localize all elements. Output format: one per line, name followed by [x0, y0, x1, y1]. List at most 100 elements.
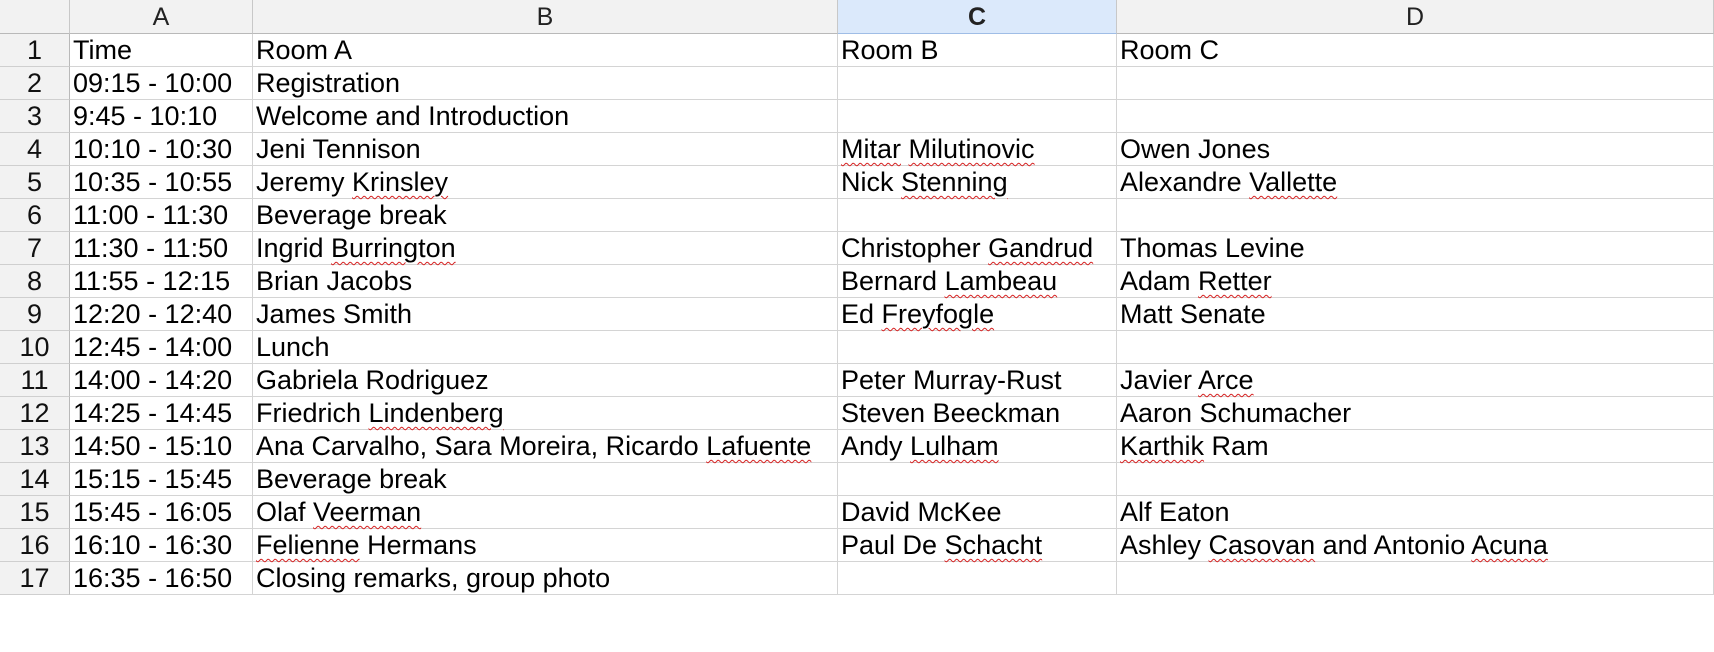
cell-b10[interactable]: Lunch [253, 331, 838, 364]
row-header[interactable]: 3 [0, 100, 70, 133]
cell-a6[interactable]: 11:00 - 11:30 [70, 199, 253, 232]
cell-b1[interactable]: Room A [253, 34, 838, 67]
cell-b16[interactable]: Felienne Hermans [253, 529, 838, 562]
cell-a7[interactable]: 11:30 - 11:50 [70, 232, 253, 265]
cell-b6[interactable]: Beverage break [253, 199, 838, 232]
cell-a12[interactable]: 14:25 - 14:45 [70, 397, 253, 430]
cell-d14[interactable] [1117, 463, 1714, 496]
cell-d10[interactable] [1117, 331, 1714, 364]
cell-b4[interactable]: Jeni Tennison [253, 133, 838, 166]
column-header-c[interactable]: C [838, 0, 1117, 34]
cell-d11[interactable]: Javier Arce [1117, 364, 1714, 397]
cell-b17[interactable]: Closing remarks, group photo [253, 562, 838, 595]
cell-a2[interactable]: 09:15 - 10:00 [70, 67, 253, 100]
cell-a8[interactable]: 11:55 - 12:15 [70, 265, 253, 298]
cell-d16[interactable]: Ashley Casovan and Antonio Acuna [1117, 529, 1714, 562]
cell-d4[interactable]: Owen Jones [1117, 133, 1714, 166]
cell-b3[interactable]: Welcome and Introduction [253, 100, 838, 133]
cell-c5[interactable]: Nick Stenning [838, 166, 1117, 199]
cell-c16[interactable]: Paul De Schacht [838, 529, 1117, 562]
cell-d9[interactable]: Matt Senate [1117, 298, 1714, 331]
cell-c11[interactable]: Peter Murray-Rust [838, 364, 1117, 397]
misspelled-word: Freyfogle [881, 299, 995, 329]
cell-text: 10:10 - 10:30 [73, 134, 233, 164]
cell-a1[interactable]: Time [70, 34, 253, 67]
cell-a11[interactable]: 14:00 - 14:20 [70, 364, 253, 397]
cell-b13[interactable]: Ana Carvalho, Sara Moreira, Ricardo Lafu… [253, 430, 838, 463]
row-header[interactable]: 1 [0, 34, 70, 67]
cell-text: Beverage break [256, 200, 447, 230]
cell-c15[interactable]: David McKee [838, 496, 1117, 529]
row-header[interactable]: 15 [0, 496, 70, 529]
cell-text: Thomas Levine [1120, 233, 1305, 263]
cell-d2[interactable] [1117, 67, 1714, 100]
row-header[interactable]: 11 [0, 364, 70, 397]
cell-b5[interactable]: Jeremy Krinsley [253, 166, 838, 199]
row-header[interactable]: 5 [0, 166, 70, 199]
cell-d8[interactable]: Adam Retter [1117, 265, 1714, 298]
column-header-a[interactable]: A [70, 0, 253, 34]
misspelled-word: Acuna [1471, 530, 1548, 560]
cell-c3[interactable] [838, 100, 1117, 133]
row-header[interactable]: 12 [0, 397, 70, 430]
cell-d1[interactable]: Room C [1117, 34, 1714, 67]
cell-b2[interactable]: Registration [253, 67, 838, 100]
column-header-b[interactable]: B [253, 0, 838, 34]
cell-a16[interactable]: 16:10 - 16:30 [70, 529, 253, 562]
cell-a14[interactable]: 15:15 - 15:45 [70, 463, 253, 496]
cell-b9[interactable]: James Smith [253, 298, 838, 331]
cell-c17[interactable] [838, 562, 1117, 595]
cell-d7[interactable]: Thomas Levine [1117, 232, 1714, 265]
column-header-d[interactable]: D [1117, 0, 1714, 34]
row-header[interactable]: 9 [0, 298, 70, 331]
cell-a15[interactable]: 15:45 - 16:05 [70, 496, 253, 529]
cell-d6[interactable] [1117, 199, 1714, 232]
cell-text: Lunch [256, 332, 330, 362]
row-header[interactable]: 4 [0, 133, 70, 166]
row-header[interactable]: 14 [0, 463, 70, 496]
cell-b12[interactable]: Friedrich Lindenberg [253, 397, 838, 430]
cell-c2[interactable] [838, 67, 1117, 100]
cell-a13[interactable]: 14:50 - 15:10 [70, 430, 253, 463]
cell-d12[interactable]: Aaron Schumacher [1117, 397, 1714, 430]
cell-c10[interactable] [838, 331, 1117, 364]
cell-text: Welcome and Introduction [256, 101, 570, 131]
row-header[interactable]: 16 [0, 529, 70, 562]
cell-d3[interactable] [1117, 100, 1714, 133]
cell-d15[interactable]: Alf Eaton [1117, 496, 1714, 529]
cell-b8[interactable]: Brian Jacobs [253, 265, 838, 298]
select-all-corner[interactable] [0, 0, 70, 34]
cell-text: Gabriela Rodriguez [256, 365, 489, 395]
row-header[interactable]: 17 [0, 562, 70, 595]
cell-b14[interactable]: Beverage break [253, 463, 838, 496]
row-header[interactable]: 8 [0, 265, 70, 298]
cell-a3[interactable]: 9:45 - 10:10 [70, 100, 253, 133]
cell-c7[interactable]: Christopher Gandrud [838, 232, 1117, 265]
row-header[interactable]: 10 [0, 331, 70, 364]
cell-a10[interactable]: 12:45 - 14:00 [70, 331, 253, 364]
cell-d17[interactable] [1117, 562, 1714, 595]
row-header[interactable]: 6 [0, 199, 70, 232]
cell-d5[interactable]: Alexandre Vallette [1117, 166, 1714, 199]
cell-c8[interactable]: Bernard Lambeau [838, 265, 1117, 298]
cell-c12[interactable]: Steven Beeckman [838, 397, 1117, 430]
cell-d13[interactable]: Karthik Ram [1117, 430, 1714, 463]
cell-c6[interactable] [838, 199, 1117, 232]
cell-a4[interactable]: 10:10 - 10:30 [70, 133, 253, 166]
row-header[interactable]: 7 [0, 232, 70, 265]
cell-b15[interactable]: Olaf Veerman [253, 496, 838, 529]
cell-b7[interactable]: Ingrid Burrington [253, 232, 838, 265]
cell-c4[interactable]: Mitar Milutinovic [838, 133, 1117, 166]
cell-a17[interactable]: 16:35 - 16:50 [70, 562, 253, 595]
misspelled-word: Milutinovic [908, 134, 1035, 164]
cell-c13[interactable]: Andy Lulham [838, 430, 1117, 463]
cell-c9[interactable]: Ed Freyfogle [838, 298, 1117, 331]
cell-a9[interactable]: 12:20 - 12:40 [70, 298, 253, 331]
row-header[interactable]: 13 [0, 430, 70, 463]
cell-a5[interactable]: 10:35 - 10:55 [70, 166, 253, 199]
cell-b11[interactable]: Gabriela Rodriguez [253, 364, 838, 397]
cell-c14[interactable] [838, 463, 1117, 496]
cell-c1[interactable]: Room B [838, 34, 1117, 67]
cell-text: Steven Beeckman [841, 398, 1061, 428]
row-header[interactable]: 2 [0, 67, 70, 100]
